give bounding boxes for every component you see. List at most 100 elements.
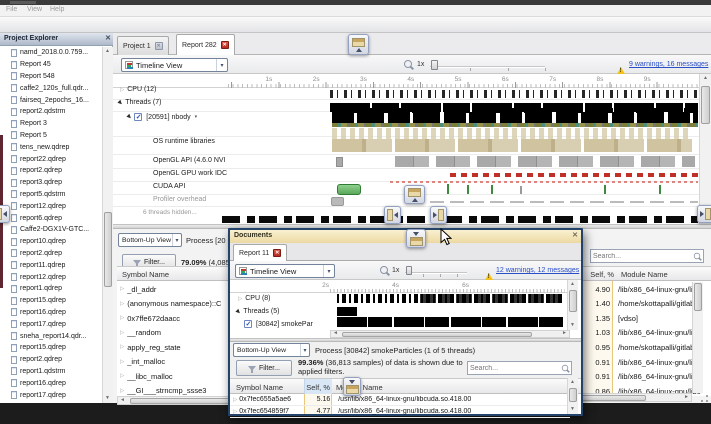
dock-guide-up[interactable] — [404, 185, 425, 204]
project-list-item[interactable]: report17.qdrep — [0, 389, 101, 401]
scroll-up-icon[interactable]: ▲ — [703, 76, 708, 81]
row-cpu[interactable]: ▷CPU (8) — [238, 295, 271, 302]
bottom-up-view-combo[interactable]: Bottom-Up View ▾ — [233, 343, 310, 357]
scroll-right-icon[interactable]: ► — [562, 331, 567, 336]
search-input[interactable] — [591, 253, 693, 260]
scrollbar-thumb[interactable] — [569, 388, 577, 402]
cuda-api-block[interactable] — [337, 184, 361, 195]
scroll-left-icon[interactable]: ◄ — [333, 331, 338, 336]
view-selector-combo[interactable]: Timeline View ▾ — [121, 58, 228, 72]
dock-guide-right-edge[interactable] — [697, 205, 711, 223]
project-list-item[interactable]: report1.qdstrm — [0, 366, 101, 378]
table-row[interactable]: 1.03/lib/x86_64-linux-gnu/libc — [563, 326, 711, 341]
scrollbar-thumb[interactable] — [569, 290, 577, 312]
warnings-messages-link[interactable]: 9 warnings, 16 messages — [629, 61, 708, 68]
scrollbar-thumb[interactable] — [104, 212, 112, 287]
table-scrollbar[interactable] — [692, 282, 703, 393]
search-box[interactable] — [467, 361, 572, 375]
project-list-item[interactable]: report3.qdrep — [0, 177, 101, 189]
project-list-item[interactable]: tens_new.qdrep — [0, 141, 101, 153]
scroll-left-icon[interactable]: ◄ — [120, 398, 125, 403]
timeline-scrollbar[interactable]: ▲ ▼ — [567, 280, 578, 330]
table-row[interactable]: 0.91/lib/x86_64-linux-gnu/libc — [563, 369, 711, 384]
project-list-item[interactable]: report22.qdrep — [0, 153, 101, 165]
row-smokeparticles-cut[interactable]: [30842] smokePar — [244, 320, 313, 328]
project-list-scrollbar[interactable]: ▲ ▼ — [102, 47, 113, 403]
zoom-slider-track[interactable] — [430, 66, 545, 68]
tab-report-11[interactable]: Report 11 ✕ — [233, 244, 287, 261]
tab-close-icon[interactable]: ✕ — [155, 42, 163, 50]
search-input[interactable] — [468, 365, 561, 372]
project-list-item[interactable]: fairseq_2epochs_16... — [0, 94, 101, 106]
dock-guide-left[interactable] — [384, 206, 401, 224]
tab-project-1[interactable]: Project 1 ✕ — [117, 36, 169, 55]
project-list-item[interactable]: report1.qdrep — [0, 283, 101, 295]
row-threads[interactable]: ▶Threads (7) — [118, 99, 161, 106]
project-list-item[interactable]: report16.qdrep — [0, 307, 101, 319]
project-list-item[interactable]: namd_2018.0.0.759... — [0, 47, 101, 59]
scrollbar-thumb[interactable] — [342, 332, 532, 337]
timeline-hscrollbar[interactable]: ◄ ► — [330, 330, 570, 338]
project-list-item[interactable]: Report 5 — [0, 130, 101, 142]
row-threads-hidden[interactable]: 6 threads hidden... — [143, 209, 197, 216]
warnings-messages-link[interactable]: 12 warnings, 12 messages — [496, 267, 579, 274]
scroll-up-icon[interactable]: ▲ — [570, 380, 575, 385]
table-row[interactable]: 1.40/home/skottapalli/gitlab/l — [563, 297, 711, 312]
menu-view[interactable]: View — [27, 6, 42, 13]
project-list-item[interactable]: report10.qdrep — [0, 236, 101, 248]
symbol-table-header[interactable]: Symbol Name Self, % Module Name — [230, 378, 581, 394]
row-os-runtime[interactable]: OS runtime libraries — [153, 138, 215, 145]
table-row[interactable]: 4.90/lib/x86_64-linux-gnu/libc — [563, 282, 711, 297]
dock-guide-right[interactable] — [430, 206, 447, 224]
table-row[interactable]: 1.35[vdso] — [563, 311, 711, 326]
bottom-up-view-combo[interactable]: Bottom-Up View ▾ — [118, 233, 182, 247]
project-list-item[interactable]: Report 548 — [0, 71, 101, 83]
project-list-item[interactable]: sneha_report14.qdr... — [0, 330, 101, 342]
documents-floating-window[interactable]: Documents ✕ Report 11 ✕ Timeline View ▾ … — [228, 228, 583, 416]
row-profiler-overhead[interactable]: Profiler overhead — [153, 196, 206, 203]
row-opengl-api[interactable]: OpenGL API (4.6.0 NVI — [153, 157, 226, 164]
menu-file[interactable]: File — [6, 6, 17, 13]
table-row[interactable]: ▷ 0x7fec654859f7 4.77 /usr/lib/x86_64-li… — [230, 406, 570, 418]
project-list-item[interactable]: report12.qdrep — [0, 200, 101, 212]
project-list-item[interactable]: report2.qdrep — [0, 165, 101, 177]
project-list-item[interactable]: report15.qdrep — [0, 342, 101, 354]
pane-splitter[interactable] — [230, 338, 581, 342]
table-row[interactable]: 0.95/home/skottapalli/gitlab/l — [563, 340, 711, 355]
project-list-item[interactable]: Report 3 — [0, 118, 101, 130]
close-icon[interactable]: ✕ — [572, 231, 578, 239]
row-cpu[interactable]: ▷CPU (12) — [120, 86, 156, 93]
scrollbar-thumb[interactable] — [701, 86, 710, 124]
project-list-item[interactable]: report17.qdrep — [0, 318, 101, 330]
project-list-item[interactable]: report5.qdstrm — [0, 189, 101, 201]
scroll-down-icon[interactable]: ▼ — [570, 407, 575, 412]
table-row[interactable]: 0.91/lib/x86_64-linux-gnu/libc — [563, 355, 711, 370]
view-selector-combo[interactable]: Timeline View ▾ — [235, 264, 335, 278]
project-list-item[interactable]: report18.qdrep — [0, 401, 101, 403]
project-list-item[interactable]: report2.qdrep — [0, 248, 101, 260]
project-list-item[interactable]: report2.qdrep — [0, 354, 101, 366]
table-row[interactable]: ▷ 0x7fec655a5ae6 5.16 /usr/lib/x86_64-li… — [230, 394, 570, 406]
project-list-item[interactable]: report16.qdrep — [0, 377, 101, 389]
resize-grip[interactable] — [700, 394, 709, 403]
close-icon[interactable]: ✕ — [105, 34, 111, 42]
search-box[interactable] — [590, 249, 704, 263]
scroll-down-icon[interactable]: ▼ — [105, 396, 110, 401]
thread-checkbox[interactable] — [244, 320, 252, 328]
project-list-item[interactable]: caffe2_120s_full.qdr... — [0, 82, 101, 94]
scroll-down-icon[interactable]: ▼ — [570, 323, 575, 328]
timeline-scrollbar[interactable]: ▲ — [699, 74, 711, 224]
table-scrollbar[interactable]: ▲ ▼ — [567, 378, 578, 414]
dock-guide-left-edge[interactable] — [0, 205, 10, 223]
menu-help[interactable]: Help — [50, 6, 64, 13]
dock-guide-down[interactable] — [406, 229, 426, 248]
project-list-item[interactable]: report15.qdrep — [0, 295, 101, 307]
dock-guide-bottom[interactable] — [343, 377, 361, 396]
dock-guide-top[interactable] — [348, 34, 369, 55]
row-threads[interactable]: ▶Threads (5) — [236, 308, 279, 315]
scroll-right-icon[interactable]: ► — [684, 395, 689, 400]
row-nbody[interactable]: ▶ [20591] nbody ▾ — [127, 113, 197, 121]
project-list-item[interactable]: Report 45 — [0, 59, 101, 71]
row-opengl-gpu[interactable]: OpenGL GPU work IDC — [153, 170, 227, 177]
project-list-item[interactable]: report6.qdrep — [0, 212, 101, 224]
